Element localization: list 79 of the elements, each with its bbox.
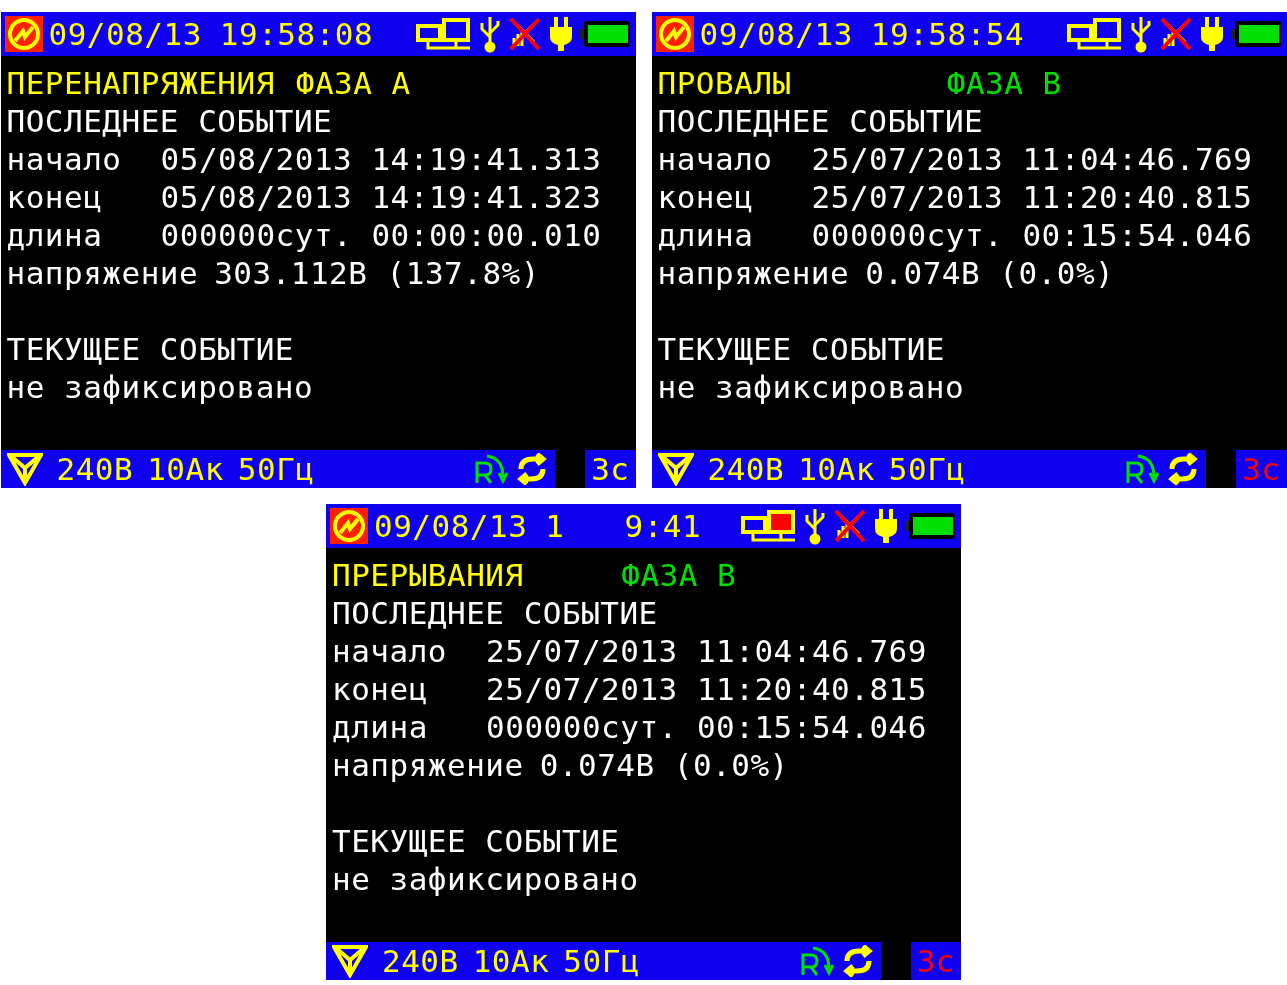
field-value: 000000сут. 00:15:54.046 (811, 216, 1253, 254)
wireless-off-icon (833, 508, 867, 544)
section-heading: ПОСЛЕДНЕЕ СОБЫТИЕ (332, 594, 659, 632)
computer-icon (741, 508, 797, 544)
field-label: конец (657, 178, 755, 216)
logo-icon (655, 16, 694, 52)
phase-label: ФАЗА В (946, 64, 1062, 102)
field-label: длина (6, 216, 104, 254)
field-label: напряжение (332, 746, 524, 784)
event-title: ПРОВАЛЫ (657, 64, 793, 102)
field-value: 25/07/2013 11:20:40.815 (486, 670, 927, 708)
usb-icon (803, 507, 827, 545)
reading-text: 240В (56, 449, 134, 489)
reading-text: 240В (382, 941, 459, 981)
battery-icon (579, 19, 632, 49)
section-heading: ПОСЛЕДНЕЕ СОБЫТИЕ (657, 102, 985, 140)
field-value: 303.112В (137.8%) (214, 254, 540, 292)
field-value: 05/08/2013 14:19:41.323 (160, 178, 602, 216)
computer-icon (415, 16, 472, 52)
field-value: 25/07/2013 11:04:46.769 (486, 632, 927, 670)
status-text: не зафиксировано (657, 368, 966, 406)
field-label: длина (332, 708, 429, 746)
time-text: 9:41 (624, 506, 702, 546)
reading-text: 50Гц (237, 449, 315, 489)
field-value: 0.074В (0.0%) (865, 254, 1115, 292)
event-title: ПРЕРЫВАНИЯ (332, 556, 525, 594)
field-value: 000000сут. 00:00:00.010 (160, 216, 602, 254)
time-text: 19:58:08 (219, 14, 374, 54)
logo-icon (4, 16, 43, 52)
reading-text: 240В (707, 449, 785, 489)
plug-icon (873, 507, 899, 545)
field-value: 000000сут. 00:15:54.046 (486, 708, 927, 746)
reading-text: 10Ак (798, 449, 875, 489)
timer-text: 3с (1242, 449, 1281, 489)
field-label: начало (6, 140, 123, 178)
timer-text: 3с (591, 449, 630, 489)
section-heading: ТЕКУЩЕЕ СОБЫТИЕ (657, 330, 946, 368)
date-text: 09/08/13 (699, 14, 853, 54)
recording-icon (1124, 453, 1161, 485)
field-label: напряжение (657, 254, 850, 292)
reading-text: 10Ак (472, 941, 550, 981)
battery-icon (1230, 19, 1283, 49)
timer-text: 3с (916, 941, 955, 981)
field-value: 05/08/2013 14:19:41.313 (160, 140, 602, 178)
field-label: начало (657, 140, 774, 178)
field-label: конец (6, 178, 104, 216)
star-connection-icon (657, 452, 694, 486)
field-label: конец (332, 670, 429, 708)
date-text: 09/08/13 (374, 506, 528, 546)
wireless-off-icon (1158, 16, 1193, 52)
star-connection-icon (332, 944, 368, 978)
logo-icon (330, 508, 368, 544)
time-text: 19:58:54 (870, 14, 1025, 54)
field-value: 0.074В (0.0%) (539, 746, 789, 784)
time-text: 1 (545, 506, 565, 546)
event-title: ПЕРЕНАПРЯЖЕНИЯ (6, 64, 276, 102)
field-label: начало (332, 632, 448, 670)
reading-text: 10Ак (147, 449, 224, 489)
field-value: 25/07/2013 11:20:40.815 (811, 178, 1253, 216)
field-label: напряжение (6, 254, 199, 292)
battery-icon (905, 511, 957, 541)
field-label: длина (657, 216, 755, 254)
recording-icon (473, 453, 510, 485)
section-heading: ТЕКУЩЕЕ СОБЫТИЕ (6, 330, 295, 368)
status-text: не зафиксировано (332, 860, 640, 898)
star-connection-icon (6, 452, 43, 486)
wireless-off-icon (507, 16, 542, 52)
reading-text: 50Гц (563, 941, 640, 981)
section-heading: ПОСЛЕДНЕЕ СОБЫТИЕ (6, 102, 334, 140)
status-text: не зафиксировано (6, 368, 315, 406)
field-value: 25/07/2013 11:04:46.769 (811, 140, 1253, 178)
phase-label: ФАЗА В (621, 556, 737, 594)
reading-text: 50Гц (888, 449, 966, 489)
plug-icon (1198, 15, 1225, 53)
plug-icon (547, 15, 574, 53)
computer-icon (1066, 16, 1123, 52)
section-heading: ТЕКУЩЕЕ СОБЫТИЕ (332, 822, 621, 860)
date-text: 09/08/13 (48, 14, 202, 54)
phase-label: ФАЗА А (295, 64, 411, 102)
